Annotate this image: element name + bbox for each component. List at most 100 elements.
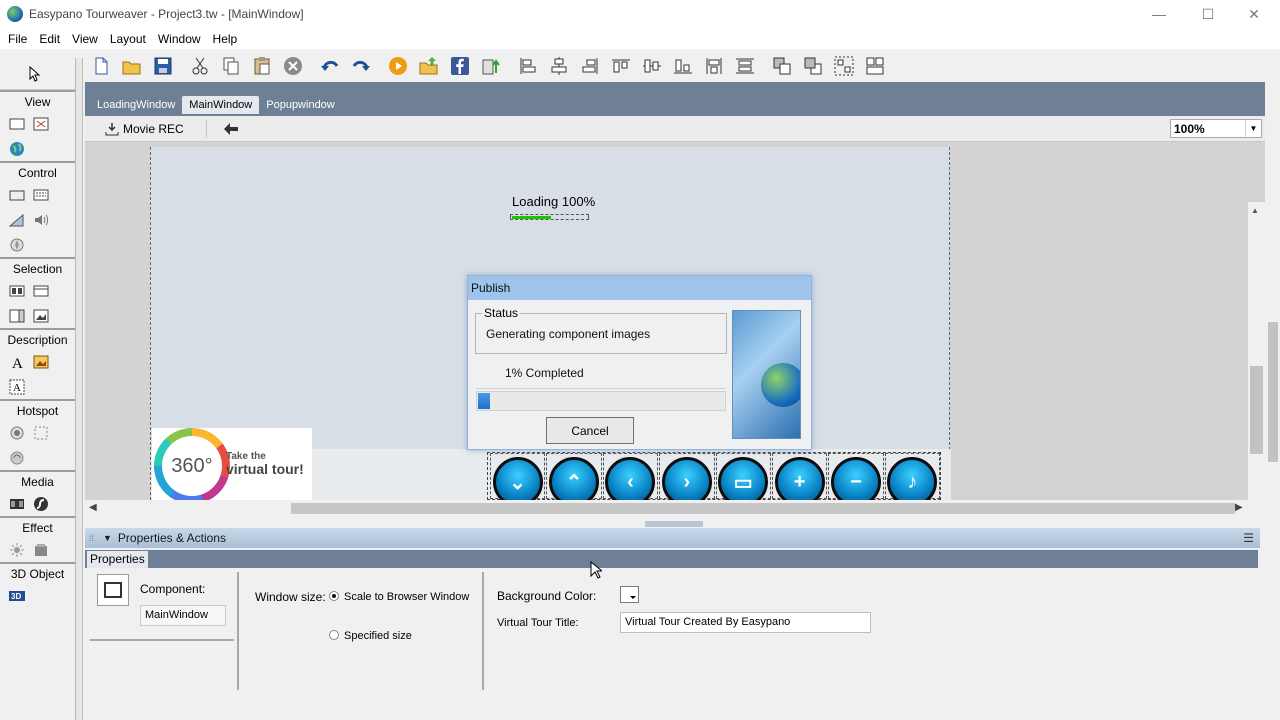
align-left-button[interactable] [512,52,543,80]
tab-main-window[interactable]: MainWindow [182,96,260,114]
redo-button[interactable] [345,52,376,80]
preview-button[interactable] [382,52,413,80]
back-arrow-icon[interactable] [223,122,239,136]
same-height-button[interactable] [729,52,760,80]
toolbar-control-icon[interactable] [33,187,49,203]
scroll-right-icon[interactable]: ▶ [1235,502,1243,513]
copy-button[interactable] [215,52,246,80]
sunshine-effect-icon[interactable] [9,542,25,558]
specified-size-radio[interactable] [329,630,339,640]
compass-control-icon[interactable] [9,237,25,253]
menu-view[interactable]: View [66,32,104,46]
nav-zoom-in-button[interactable]: + [774,457,825,500]
align-bottom-button[interactable] [667,52,698,80]
slider-control-icon[interactable] [9,212,25,228]
menu-layout[interactable]: Layout [104,32,152,46]
minimize-button[interactable]: — [1136,0,1182,28]
align-top-button[interactable] [605,52,636,80]
panel-menu-icon[interactable]: ☰ [1243,531,1254,545]
flash-icon[interactable] [33,496,49,512]
list-box-icon[interactable] [9,308,25,324]
paste-button[interactable] [246,52,277,80]
design-canvas[interactable]: Loading 100% 360° Take the virtual tour!… [85,142,1265,500]
zoom-select[interactable]: 100% ▼ [1170,119,1262,138]
export-button[interactable] [475,52,506,80]
component-name-field[interactable]: MainWindow [140,605,226,626]
snow-effect-icon[interactable] [33,542,49,558]
map-viewer-icon[interactable] [33,116,49,132]
movie-rec-button[interactable]: Movie REC [105,122,184,136]
loading-bar[interactable] [510,214,589,220]
save-button[interactable] [147,52,178,80]
nav-down-button[interactable]: ⌄ [492,457,543,500]
scroll-up-icon[interactable]: ▲ [1251,206,1259,215]
canvas-horizontal-scrollbar[interactable]: ◀ ▶ [85,500,1248,517]
scroll-left-icon[interactable]: ◀ [89,502,97,513]
menu-edit[interactable]: Edit [33,32,66,46]
nav-right-button[interactable]: › [661,457,712,500]
background-color-picker[interactable] [620,586,639,603]
nav-up-button[interactable]: ⌃ [549,457,600,500]
virtual-tour-title-input[interactable]: Virtual Tour Created By Easypano [620,612,871,633]
vertical-scroll-thumb[interactable] [1250,366,1263,454]
close-button[interactable]: ✕ [1231,0,1277,28]
scale-to-browser-label[interactable]: Scale to Browser Window [344,591,469,603]
virtual-tour-badge[interactable]: 360° Take the virtual tour! [152,428,312,500]
palette-splitter[interactable] [76,58,83,720]
send-backward-button[interactable] [797,52,828,80]
open-button[interactable] [116,52,147,80]
volume-control-icon[interactable] [33,212,49,228]
maximize-button[interactable]: ☐ [1185,0,1231,28]
align-right-button[interactable] [574,52,605,80]
facebook-button[interactable] [444,52,475,80]
spot-hotspot-icon[interactable] [9,425,25,441]
tab-popup-window[interactable]: Popupwindow [259,96,342,114]
scene-viewer-icon[interactable] [9,116,25,132]
align-center-button[interactable] [543,52,574,80]
nav-zoom-out-button[interactable]: − [830,457,881,500]
publish-button[interactable] [413,52,444,80]
drag-grip-icon[interactable]: ⁞⁞ [89,533,97,543]
ungroup-button[interactable] [859,52,890,80]
nav-fullscreen-button[interactable]: ▭ [718,457,769,500]
image-selection-icon[interactable] [33,308,49,324]
tab-properties[interactable]: Properties [87,551,148,568]
group-button[interactable] [828,52,859,80]
horizontal-scroll-thumb[interactable] [291,503,1235,514]
cut-button[interactable] [184,52,215,80]
tab-loading-window[interactable]: LoadingWindow [90,96,182,114]
align-middle-button[interactable] [636,52,667,80]
cancel-button[interactable]: Cancel [546,417,634,444]
nav-left-button[interactable]: ‹ [605,457,656,500]
window-scroll-thumb[interactable] [1268,322,1278,462]
3d-object-icon[interactable]: 3D [9,588,25,604]
main-window-stage[interactable]: Loading 100% 360° Take the virtual tour!… [150,147,951,500]
menu-file[interactable]: File [2,32,33,46]
image-icon[interactable] [33,354,49,370]
select-pointer-icon[interactable] [26,65,42,82]
dropdown-list-icon[interactable] [33,283,49,299]
text-icon[interactable]: A [9,354,25,370]
specified-size-label[interactable]: Specified size [344,630,412,642]
button-control-icon[interactable] [9,187,25,203]
scale-to-browser-radio[interactable] [329,591,339,601]
same-width-button[interactable] [698,52,729,80]
menu-window[interactable]: Window [152,32,207,46]
collapse-triangle-icon[interactable]: ▼ [103,533,112,543]
canvas-vertical-scrollbar[interactable]: ▲ ▼ [1248,202,1265,500]
undo-button[interactable] [314,52,345,80]
window-vertical-scrollbar[interactable] [1265,82,1280,720]
link-hotspot-icon[interactable] [9,450,25,466]
thumbnail-list-icon[interactable] [9,283,25,299]
video-icon[interactable] [9,496,25,512]
new-button[interactable] [85,52,116,80]
bring-forward-button[interactable] [766,52,797,80]
nav-sound-button[interactable]: ♪ [887,457,938,500]
panel-splitter[interactable] [85,520,1260,528]
delete-button[interactable] [277,52,308,80]
text-box-icon[interactable]: A [9,379,25,395]
polygon-hotspot-icon[interactable] [33,425,49,441]
menu-help[interactable]: Help [207,32,244,46]
loading-text[interactable]: Loading 100% [512,194,595,209]
globe-icon[interactable] [9,141,25,157]
